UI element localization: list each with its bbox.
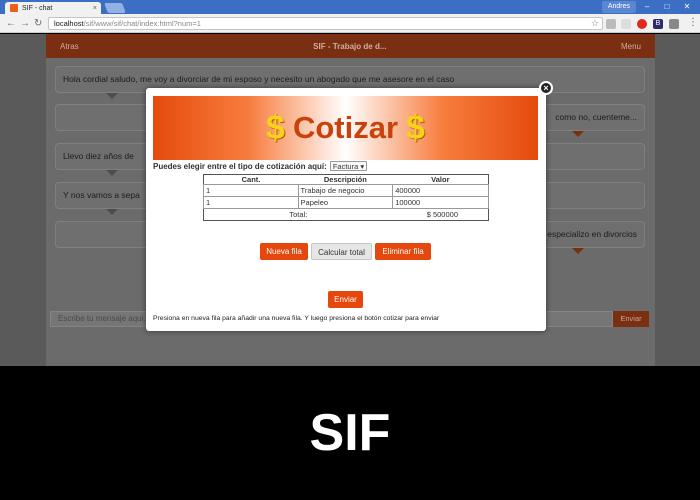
bubble-tail-icon xyxy=(572,131,584,137)
table-row: 1 Papeleo 100000 xyxy=(203,196,489,209)
url-input[interactable]: localhost/sif/www/sif/chat/index.html?nu… xyxy=(48,17,603,30)
bubble-tail-icon xyxy=(572,248,584,254)
url-host: localhost xyxy=(54,19,84,28)
profile-button[interactable]: Andres xyxy=(601,1,636,13)
back-icon[interactable]: ← xyxy=(6,18,16,29)
table-row: 1 Trabajo de negocio 400000 xyxy=(203,184,489,197)
quote-type-select[interactable]: Factura ▾ xyxy=(329,161,368,171)
quote-type-row: Puedes elegir entre el tipo de cotizació… xyxy=(153,161,368,171)
tab-title: SIF - chat xyxy=(22,4,53,12)
maximize-icon[interactable]: □ xyxy=(658,0,676,14)
opera-icon[interactable] xyxy=(637,19,647,29)
banner-title: Cotizar xyxy=(292,110,399,145)
quote-type-value: Factura xyxy=(332,162,359,171)
back-link[interactable]: Atras xyxy=(60,42,79,51)
minimize-icon[interactable]: – xyxy=(638,0,656,14)
bookmark-star-icon[interactable]: ☆ xyxy=(591,18,599,29)
b-icon[interactable]: B xyxy=(653,19,663,29)
total-row: Total: $ 500000 xyxy=(203,208,489,221)
quote-modal: $ Cotizar $ Puedes elegir entre el tipo … xyxy=(146,88,546,331)
column-header: Descripción xyxy=(323,175,367,184)
bubble-tail-icon xyxy=(106,93,118,99)
menu-icon[interactable]: ⋮ xyxy=(688,17,698,28)
column-header: Cant. xyxy=(241,175,261,184)
caption-band: SIF xyxy=(0,366,700,500)
qty-cell[interactable]: 1 xyxy=(203,196,299,209)
menu-link[interactable]: Menu xyxy=(621,42,641,51)
total-value: $ 500000 xyxy=(392,208,489,221)
dollar-icon: $ xyxy=(406,108,425,147)
url-path: /sif/www/sif/chat/index.html?num=1 xyxy=(83,19,201,28)
send-quote-button[interactable]: Enviar xyxy=(328,291,363,308)
favicon-icon xyxy=(10,4,18,12)
forward-icon[interactable]: → xyxy=(20,18,30,29)
new-tab-button[interactable] xyxy=(104,3,126,13)
tab-close-icon[interactable]: × xyxy=(93,5,97,12)
delete-row-button[interactable]: Eliminar fila xyxy=(375,243,431,260)
bubble-tail-icon xyxy=(106,209,118,215)
description-cell[interactable]: Trabajo de negocio xyxy=(297,184,394,197)
extension-icon[interactable] xyxy=(669,19,679,29)
caption-title: SIF xyxy=(309,404,391,462)
dollar-icon: $ xyxy=(266,108,285,147)
column-header: Valor xyxy=(431,175,450,184)
value-cell[interactable]: 100000 xyxy=(392,196,489,209)
cotizar-banner: $ Cotizar $ xyxy=(153,96,538,160)
copy-icon[interactable] xyxy=(606,19,616,29)
quote-table: Cant. Descripción Valor 1 Trabajo de neg… xyxy=(203,174,489,221)
bubble-tail-icon xyxy=(106,170,118,176)
reload-icon[interactable]: ↻ xyxy=(34,18,42,29)
description-cell[interactable]: Papeleo xyxy=(297,196,394,209)
quote-type-label: Puedes elegir entre el tipo de cotizació… xyxy=(153,161,327,171)
browser-titlebar: SIF - chat × Andres – □ ✕ xyxy=(0,0,700,14)
help-text: Presiona en nueva fila para añadir una n… xyxy=(153,315,440,322)
total-label: Total: xyxy=(203,208,393,221)
modal-close-icon[interactable]: × xyxy=(539,81,553,95)
send-message-button[interactable]: Enviar xyxy=(613,311,649,327)
calculate-total-button[interactable]: Calcular total xyxy=(311,243,372,260)
address-bar: ← → ↻ localhost/sif/www/sif/chat/index.h… xyxy=(0,14,700,33)
qty-cell[interactable]: 1 xyxy=(203,184,299,197)
browser-tab[interactable]: SIF - chat × xyxy=(5,2,101,14)
chat-header: Atras SIF - Trabajo de d... Menu xyxy=(46,34,655,58)
new-row-button[interactable]: Nueva fila xyxy=(260,243,308,260)
value-cell[interactable]: 400000 xyxy=(392,184,489,197)
chat-title: SIF - Trabajo de d... xyxy=(313,41,387,51)
settings-ext-icon[interactable] xyxy=(621,19,631,29)
close-window-icon[interactable]: ✕ xyxy=(678,0,696,14)
